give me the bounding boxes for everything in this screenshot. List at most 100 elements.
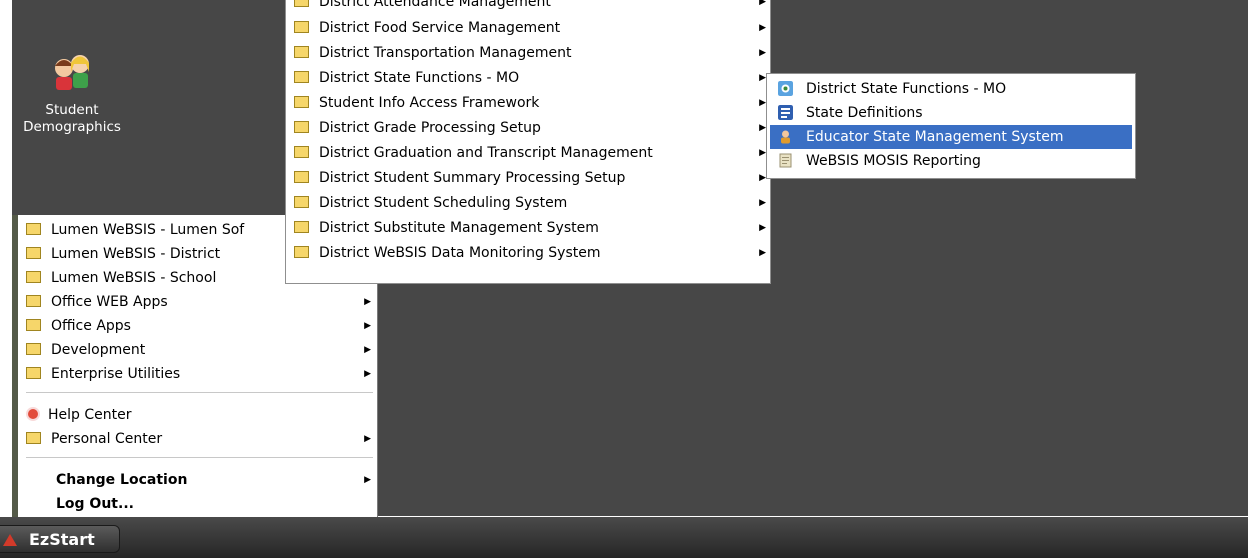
start-item-office-web-apps[interactable]: Office WEB Apps ▶ (26, 290, 377, 314)
folder-icon (26, 223, 41, 235)
chevron-right-icon: ▶ (759, 23, 766, 33)
start-item-change-location[interactable]: Change Location ▶ (56, 468, 377, 492)
chevron-right-icon: ▶ (759, 173, 766, 183)
menu-item-label: District Graduation and Transcript Manag… (319, 145, 653, 161)
menu-item-label: District State Functions - MO (319, 70, 520, 86)
menu-item-label: District Student Scheduling System (319, 195, 568, 211)
folder-icon (294, 96, 309, 108)
chevron-right-icon: ▶ (364, 345, 371, 355)
menu-item-label: Lumen WeBSIS - Lumen Sof (51, 222, 245, 238)
chevron-right-icon: ▶ (759, 198, 766, 208)
ezstart-logo-icon (3, 534, 17, 546)
folder-icon (294, 121, 309, 133)
menu-item-label: WeBSIS MOSIS Reporting (806, 153, 981, 169)
chevron-right-icon: ▶ (364, 369, 371, 379)
district-item-student-summary[interactable]: District Student Summary Processing Setu… (294, 166, 770, 190)
menu-separator (26, 457, 373, 458)
folder-icon (26, 432, 41, 444)
educator-icon (781, 130, 790, 144)
district-item-substitute-management[interactable]: District Substitute Management System ▶ (294, 216, 770, 240)
menu-separator (26, 392, 373, 393)
menu-item-label: District Transportation Management (319, 45, 572, 61)
folder-icon (294, 0, 309, 7)
chevron-right-icon: ▶ (759, 98, 766, 108)
folder-icon (294, 246, 309, 258)
start-menu-edge (12, 215, 18, 517)
menu-item-label: District Student Summary Processing Setu… (319, 170, 626, 186)
menu-item-label: Enterprise Utilities (51, 366, 181, 382)
chevron-right-icon: ▶ (364, 321, 371, 331)
folder-icon (294, 171, 309, 183)
folder-icon (294, 46, 309, 58)
menu-item-label: Development (51, 342, 146, 358)
menu-item-label: Lumen WeBSIS - District (51, 246, 221, 262)
district-item-grade-processing[interactable]: District Grade Processing Setup ▶ (294, 116, 770, 140)
district-item-attendance[interactable]: District Attendance Management ▶ (294, 0, 770, 14)
report-icon (779, 153, 792, 168)
district-item-student-info-access[interactable]: Student Info Access Framework ▶ (294, 91, 770, 115)
start-item-enterprise-utilities[interactable]: Enterprise Utilities ▶ (26, 362, 377, 386)
chevron-right-icon: ▶ (759, 48, 766, 58)
district-item-graduation-transcript[interactable]: District Graduation and Transcript Manag… (294, 141, 770, 165)
district-item-data-monitoring[interactable]: District WeBSIS Data Monitoring System ▶ (294, 241, 770, 265)
menu-item-label: Log Out... (56, 496, 134, 512)
state-item-state-definitions[interactable]: State Definitions (770, 101, 1132, 125)
menu-item-label: State Definitions (806, 105, 923, 121)
menu-item-label: Educator State Management System (806, 129, 1064, 145)
district-item-transportation[interactable]: District Transportation Management ▶ (294, 41, 770, 65)
folder-icon (294, 221, 309, 233)
chevron-right-icon: ▶ (364, 475, 371, 485)
folder-icon (26, 295, 41, 307)
chevron-right-icon: ▶ (759, 123, 766, 133)
kids-icon (55, 55, 89, 90)
menu-item-label: Office WEB Apps (51, 294, 168, 310)
list-icon (778, 105, 793, 120)
state-item-mosis-reporting[interactable]: WeBSIS MOSIS Reporting (770, 149, 1132, 173)
folder-icon (294, 21, 309, 33)
chevron-right-icon: ▶ (759, 73, 766, 83)
district-item-food-service[interactable]: District Food Service Management ▶ (294, 16, 770, 40)
start-item-log-out[interactable]: Log Out... (56, 492, 377, 516)
menu-item-label: Lumen WeBSIS - School (51, 270, 217, 286)
folder-icon (26, 271, 41, 283)
folder-icon (26, 367, 41, 379)
start-item-development[interactable]: Development ▶ (26, 338, 377, 362)
desktop-shortcut-student-demographics[interactable]: Student Demographics (22, 50, 122, 136)
menu-item-label: District State Functions - MO (806, 81, 1007, 97)
menu-item-label: District Food Service Management (319, 20, 561, 36)
district-item-student-scheduling[interactable]: District Student Scheduling System ▶ (294, 191, 770, 215)
district-submenu: District Attendance Management ▶ Distric… (285, 0, 771, 284)
chevron-right-icon: ▶ (364, 297, 371, 307)
menu-item-label: District Substitute Management System (319, 220, 599, 236)
desktop-icon-label-line2: Demographics (23, 119, 121, 135)
ezstart-button[interactable]: EzStart (0, 525, 120, 553)
state-item-district-state-functions[interactable]: District State Functions - MO (770, 77, 1132, 101)
lifebuoy-icon (26, 407, 40, 421)
ezstart-label: EzStart (29, 530, 95, 549)
start-item-office-apps[interactable]: Office Apps ▶ (26, 314, 377, 338)
globe-icon (778, 81, 793, 96)
state-functions-submenu: District State Functions - MO State Defi… (766, 73, 1136, 179)
folder-icon (26, 247, 41, 259)
chevron-right-icon: ▶ (364, 434, 371, 444)
start-item-help-center[interactable]: Help Center (26, 403, 377, 427)
folder-icon (26, 343, 41, 355)
taskbar: EzStart (0, 517, 1248, 558)
chevron-right-icon: ▶ (759, 148, 766, 158)
state-item-educator-state-management[interactable]: Educator State Management System (770, 125, 1132, 149)
district-item-state-functions-mo[interactable]: District State Functions - MO ▶ (294, 66, 770, 90)
folder-icon (294, 146, 309, 158)
menu-item-label: Personal Center (51, 431, 163, 447)
menu-item-label: District WeBSIS Data Monitoring System (319, 245, 601, 261)
chevron-right-icon: ▶ (759, 223, 766, 233)
start-item-personal-center[interactable]: Personal Center ▶ (26, 427, 377, 451)
chevron-right-icon: ▶ (759, 248, 766, 258)
menu-item-label: Help Center (48, 407, 132, 423)
menu-item-label: Change Location (56, 472, 188, 488)
folder-icon (294, 71, 309, 83)
menu-item-label: Student Info Access Framework (319, 95, 540, 111)
menu-item-label: Office Apps (51, 318, 131, 334)
desktop-icon-label-line1: Student (45, 102, 99, 118)
chevron-right-icon: ▶ (759, 0, 766, 7)
folder-icon (294, 196, 309, 208)
